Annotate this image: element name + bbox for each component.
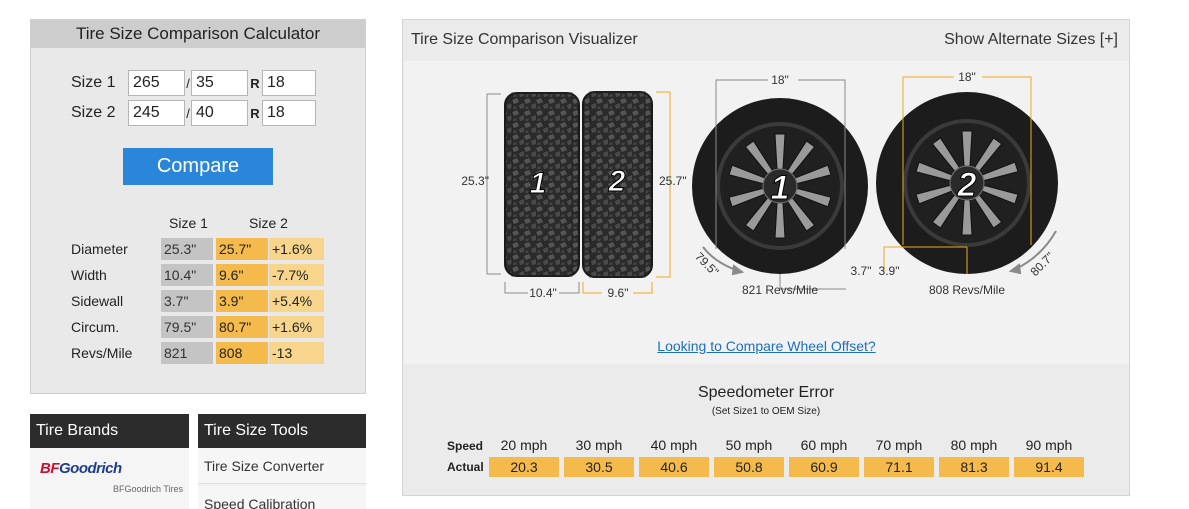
- actual-speed-cell: 60.9: [789, 457, 859, 477]
- calculator-panel: Tire Size Comparison Calculator Size 1 2…: [30, 19, 366, 394]
- tire-comparison-drawing: 1 2 25.3" 25.7" 10.4" 9.6" 1 2 18" 3.7" …: [461, 70, 1058, 300]
- row-label: Revs/Mile: [71, 345, 133, 361]
- diff-value: +1.6%: [269, 316, 324, 338]
- size2-value: 25.7": [216, 238, 268, 260]
- speed-cell: 80 mph: [950, 437, 998, 453]
- size1-value: 10.4": [161, 264, 213, 286]
- size1-value: 25.3": [161, 238, 213, 260]
- rim-separator: R: [250, 105, 260, 121]
- tread-tire-2-number: 2: [608, 165, 626, 198]
- rim2-label: 18": [958, 70, 976, 84]
- size2-diameter-input[interactable]: 18: [262, 100, 316, 126]
- row-label: Sidewall: [71, 293, 124, 309]
- diff-value: -7.7%: [269, 264, 324, 286]
- diameter1-label: 25.3": [461, 174, 489, 188]
- sidewall2-label: 3.9": [879, 264, 900, 278]
- side-wheel-1-number: 1: [771, 169, 790, 207]
- actual-speed-cell: 91.4: [1014, 457, 1084, 477]
- diameter2-label: 25.7": [659, 174, 687, 188]
- column-header-size2: Size 2: [249, 215, 288, 231]
- actual-row-label: Actual: [447, 460, 484, 474]
- speedometer-error-subtitle: (Set Size1 to OEM Size): [711, 406, 821, 417]
- actual-speed-cell: 40.6: [639, 457, 709, 477]
- row-label: Circum.: [71, 319, 120, 335]
- size2-value: 3.9": [216, 290, 268, 312]
- size2-label: Size 2: [71, 104, 116, 121]
- size1-value: 821: [161, 342, 213, 364]
- show-alternate-sizes-link[interactable]: Show Alternate Sizes [+]: [944, 31, 1118, 49]
- circumference1-label: 79.5": [692, 249, 721, 278]
- size1-row: Size 1 265 / 35 R 18: [71, 70, 316, 96]
- speed-cell: 40 mph: [650, 437, 698, 453]
- speed-row-label: Speed: [447, 439, 484, 453]
- size1-label: Size 1: [71, 74, 116, 91]
- size1-aspect-input[interactable]: 35: [191, 70, 248, 96]
- speed-cell: 30 mph: [575, 437, 623, 453]
- tool-link-tire-size-converter[interactable]: Tire Size Converter: [198, 448, 366, 484]
- bfgoodrich-logo[interactable]: BFGoodrich: [40, 460, 122, 477]
- size2-width-input[interactable]: 245: [128, 100, 185, 126]
- speedometer-error-title: Speedometer Error: [697, 384, 835, 401]
- tire-size-tools-box: Tire Size Tools Tire Size Converter Spee…: [198, 414, 366, 509]
- circumference2-label: 80.7": [1027, 249, 1056, 278]
- speed-cell: 70 mph: [875, 437, 923, 453]
- rim-separator: R: [250, 75, 260, 91]
- tire-size-tools-title: Tire Size Tools: [198, 414, 366, 448]
- size2-value: 9.6": [216, 264, 268, 286]
- actual-speed-cell: 30.5: [564, 457, 634, 477]
- size1-width-input[interactable]: 265: [128, 70, 185, 96]
- size1-diameter-input[interactable]: 18: [262, 70, 316, 96]
- row-label: Diameter: [71, 241, 128, 257]
- width1-label: 10.4": [529, 286, 557, 300]
- diff-value: -13: [269, 342, 324, 364]
- speed-cell: 50 mph: [725, 437, 773, 453]
- size2-value: 808: [216, 342, 268, 364]
- compare-button[interactable]: Compare: [123, 148, 273, 185]
- actual-speed-cell: 50.8: [714, 457, 784, 477]
- diff-value: +5.4%: [269, 290, 324, 312]
- comparison-row-width: Width 10.4" 9.6" -7.7%: [71, 264, 331, 286]
- comparison-row-diameter: Diameter 25.3" 25.7" +1.6%: [71, 238, 331, 260]
- comparison-row-revs-mile: Revs/Mile 821 808 -13: [71, 342, 331, 364]
- bfgoodrich-caption[interactable]: BFGoodrich Tires: [113, 484, 183, 494]
- diff-value: +1.6%: [269, 238, 324, 260]
- column-header-size1: Size 1: [169, 215, 208, 231]
- logo-text-goodrich: Goodrich: [59, 460, 122, 477]
- comparison-row-sidewall: Sidewall 3.7" 3.9" +5.4%: [71, 290, 331, 312]
- tire-brands-box: Tire Brands BFGoodrich BFGoodrich Tires: [30, 414, 189, 509]
- speed-cell: 90 mph: [1025, 437, 1073, 453]
- actual-speed-cell: 71.1: [864, 457, 934, 477]
- row-label: Width: [71, 267, 107, 283]
- visualizer-stage: 1 2 25.3" 25.7" 10.4" 9.6" 1 2 18" 3.7" …: [404, 61, 1129, 364]
- tread-tire-1-number: 1: [530, 167, 547, 200]
- actual-speed-cell: 81.3: [939, 457, 1009, 477]
- size2-row: Size 2 245 / 40 R 18: [71, 100, 316, 126]
- sidewall1-label: 3.7": [851, 264, 872, 278]
- side-wheel-2-number: 2: [957, 166, 977, 204]
- size1-value: 3.7": [161, 290, 213, 312]
- width2-label: 9.6": [608, 286, 629, 300]
- size2-value: 80.7": [216, 316, 268, 338]
- visualizer-panel: Tire Size Comparison Visualizer Show Alt…: [402, 19, 1130, 496]
- revs2-label: 808 Revs/Mile: [929, 283, 1005, 297]
- comparison-row-circumference: Circum. 79.5" 80.7" +1.6%: [71, 316, 331, 338]
- tire-brands-title: Tire Brands: [30, 414, 189, 448]
- rim1-label: 18": [771, 73, 789, 87]
- visualizer-title: Tire Size Comparison Visualizer: [411, 31, 638, 48]
- actual-speed-cell: 20.3: [489, 457, 559, 477]
- speed-cell: 60 mph: [800, 437, 848, 453]
- logo-text-bf: BF: [40, 460, 60, 477]
- tool-link-speed-calibration[interactable]: Speed Calibration: [198, 486, 366, 509]
- speed-cell: 20 mph: [500, 437, 548, 453]
- revs1-label: 821 Revs/Mile: [742, 283, 818, 297]
- size2-aspect-input[interactable]: 40: [191, 100, 248, 126]
- size1-value: 79.5": [161, 316, 213, 338]
- calculator-title: Tire Size Comparison Calculator: [31, 20, 365, 48]
- compare-wheel-offset-link[interactable]: Looking to Compare Wheel Offset?: [404, 338, 1129, 354]
